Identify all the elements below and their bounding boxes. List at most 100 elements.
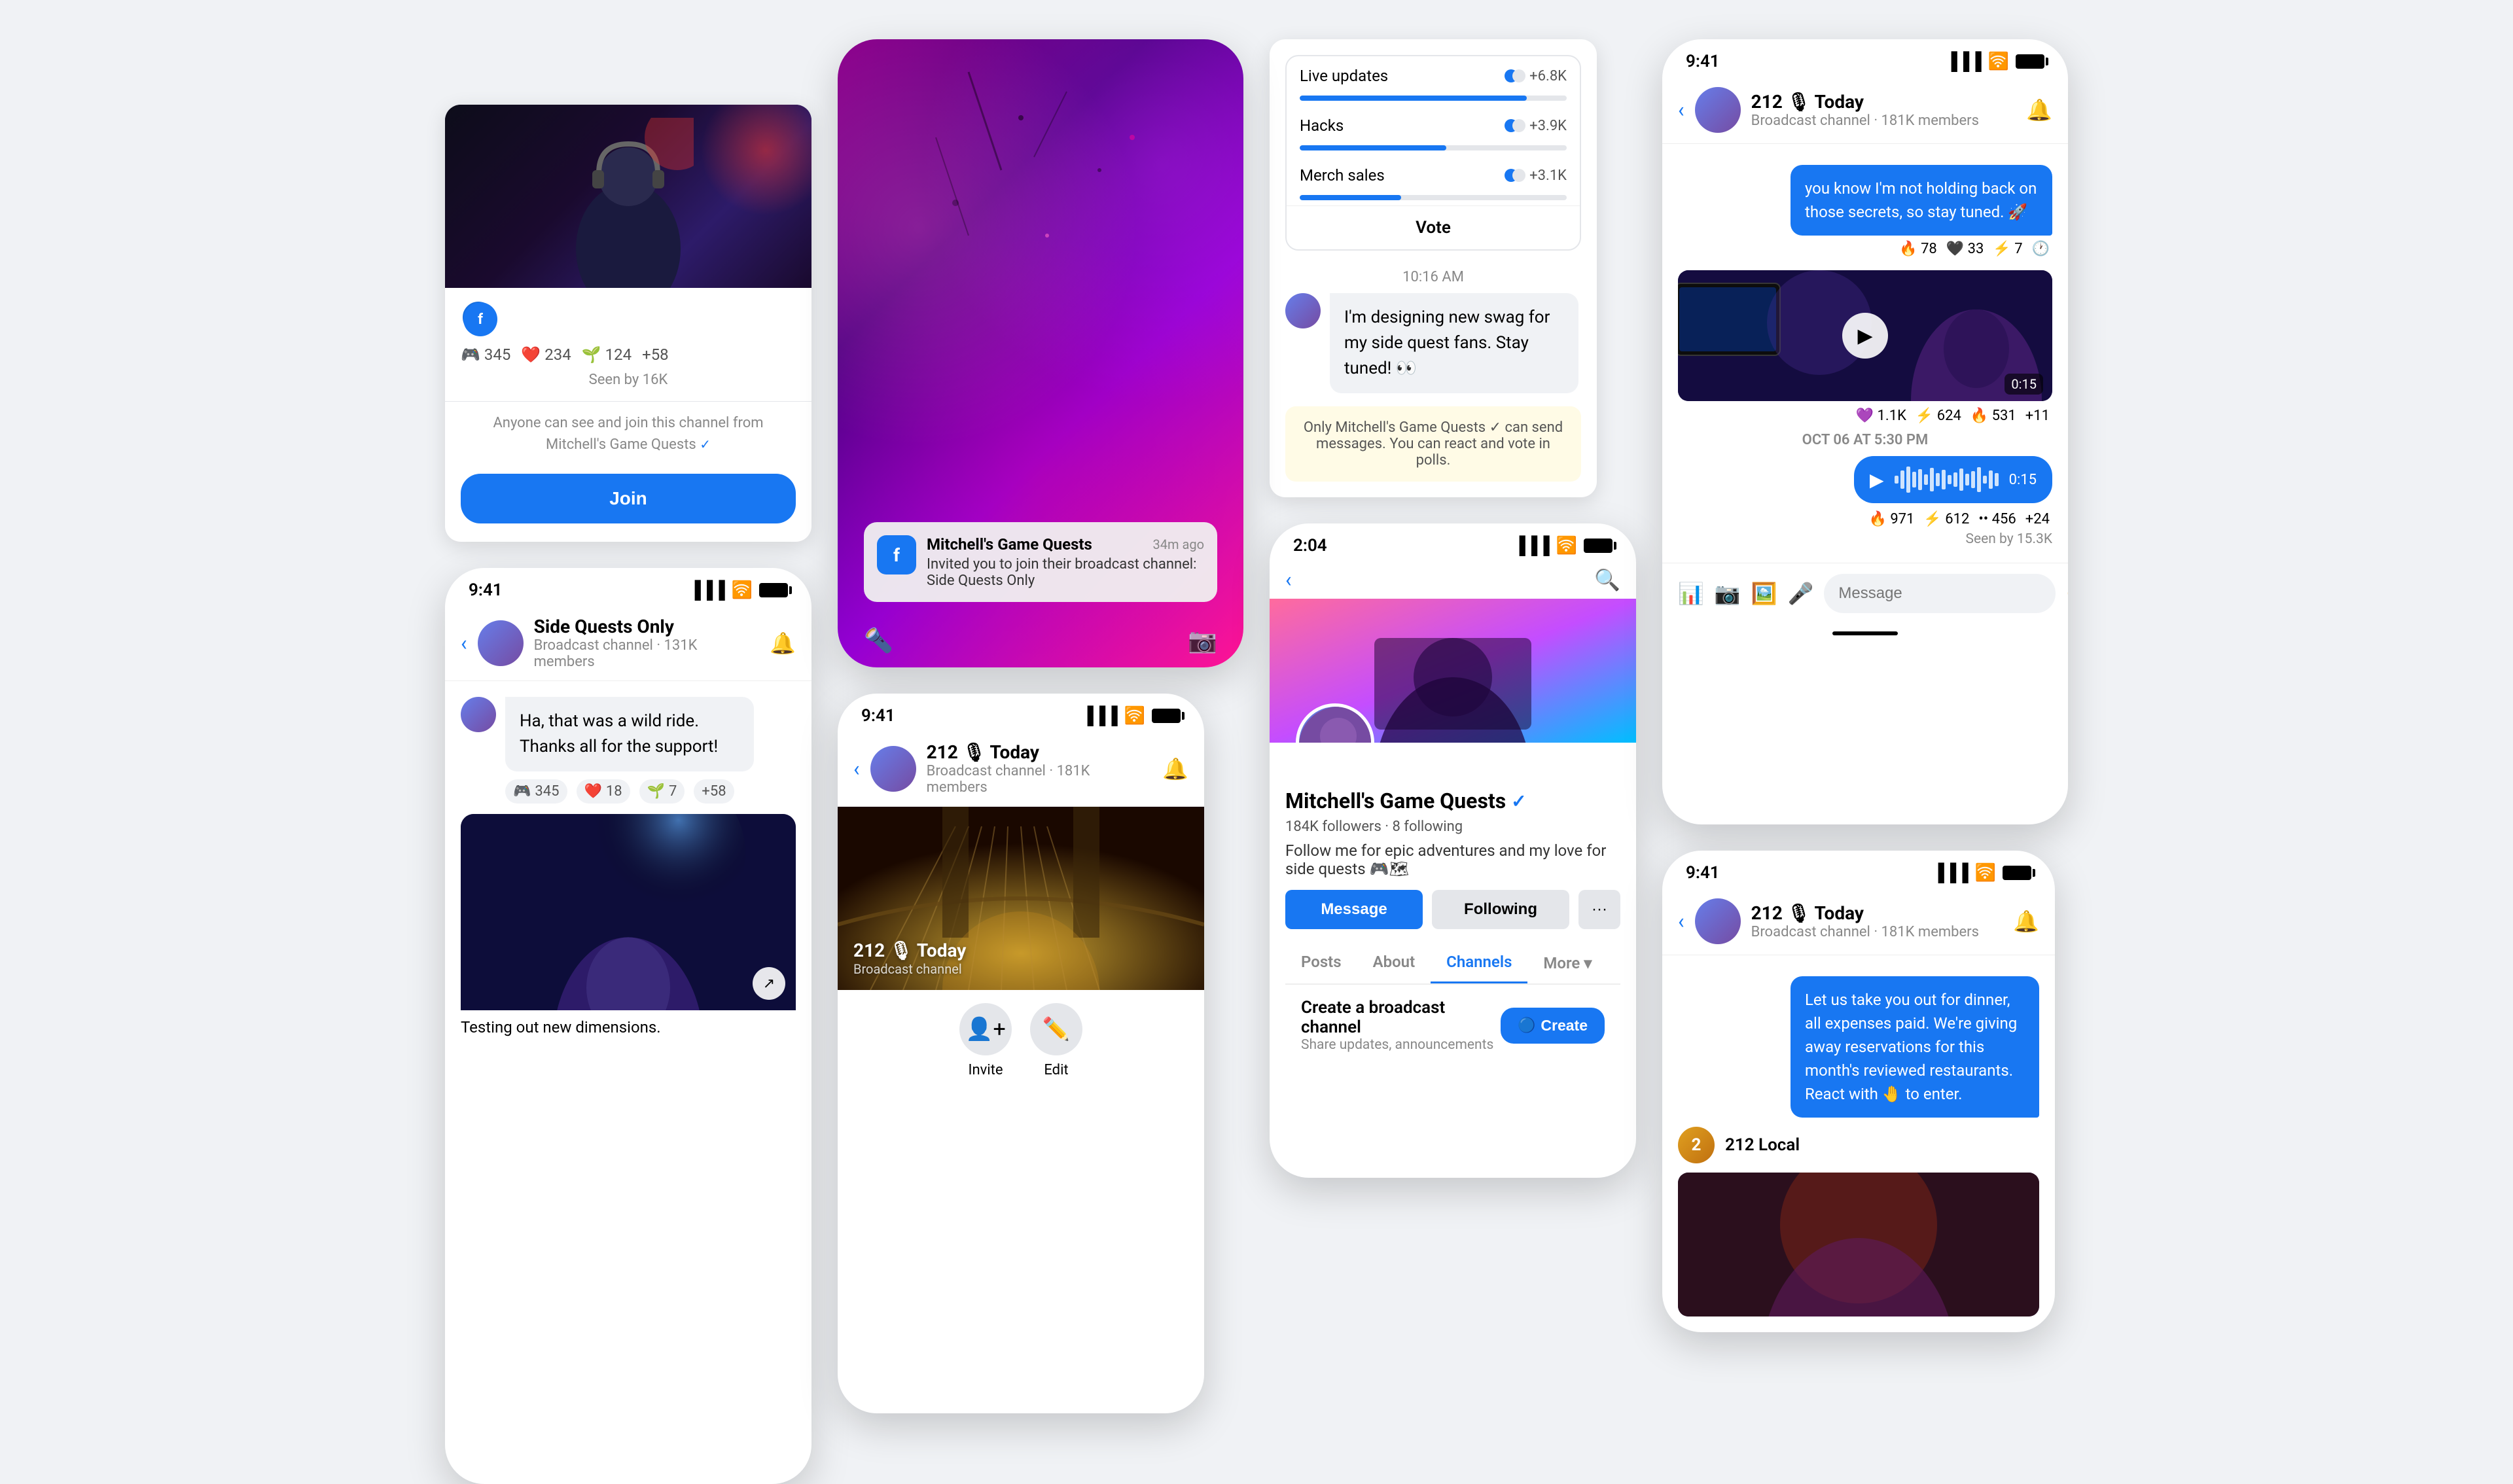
right-back-btn[interactable]: ‹ <box>1678 97 1684 122</box>
video-duration: 0:15 <box>2005 374 2043 395</box>
poll-option-2: Hacks +3.9K <box>1287 106 1580 145</box>
voice-msg-wrap: ▶ <box>1678 456 2052 503</box>
mic-icon[interactable]: 🎤 <box>1788 581 1814 606</box>
poll-bar-1 <box>1300 96 1567 101</box>
poll-option-3: Merch sales +3.1K <box>1287 156 1580 195</box>
right-chat-info: 212 🎙 Today Broadcast channel · 181K mem… <box>1751 91 2016 129</box>
following-button[interactable]: Following <box>1432 890 1569 929</box>
notif-time: 34m ago <box>1153 537 1205 552</box>
video-play-button[interactable]: ▶ <box>1842 313 1888 359</box>
invite-icon: 👤+ <box>959 1003 1012 1055</box>
status-bar-8: 9:41 ▐▐▐ 🛜 <box>1662 851 2055 888</box>
video-play-overlay: ▶ <box>1678 270 2052 401</box>
phone-side-quests: 9:41 ▐▐▐ 🛜 ‹ Side Quests Only Broadcast … <box>445 568 811 1484</box>
local-channel-row: 2 212 Local <box>1678 1127 2039 1163</box>
notif-sender: Mitchell's Game Quests <box>927 535 1092 554</box>
admin-bell-icon[interactable]: 🔔 <box>1162 756 1188 781</box>
reaction-row: 🎮 345 ❤️ 234 🌱 124 +58 <box>445 335 811 364</box>
phone-notification: f Mitchell's Game Quests 34m ago Invited… <box>838 39 1243 667</box>
share-button[interactable]: ↗ <box>753 967 785 1000</box>
edit-action[interactable]: ✏️ Edit <box>1030 1003 1082 1078</box>
notification-bubble: f Mitchell's Game Quests 34m ago Invited… <box>864 522 1217 602</box>
admin-chat-avatar <box>870 746 916 792</box>
admin-channel-preview: 212 🎙 Today Broadcast channel <box>838 807 1204 990</box>
create-channel-button[interactable]: 🔵 Create <box>1501 1008 1605 1044</box>
profile-name: Mitchell's Game Quests ✓ <box>1285 788 1620 813</box>
torch-icon[interactable]: 🔦 <box>864 627 893 654</box>
tab-posts[interactable]: Posts <box>1285 942 1357 983</box>
home-indicator <box>1832 631 1898 635</box>
profile-stats: 184K followers · 8 following <box>1285 819 1620 835</box>
image-icon[interactable]: 🖼️ <box>1751 581 1777 606</box>
status-bar-5: 2:04 ▐▐▐ 🛜 <box>1270 523 1636 561</box>
panel-channel-join: f 🎮 345 ❤️ 234 🌱 124 +58 <box>445 105 811 1484</box>
oct-date: OCT 06 AT 5:30 PM <box>1678 424 2052 456</box>
right2-msg-bubble-wrap: Let us take you out for dinner, all expe… <box>1678 976 2039 1118</box>
svg-text:f: f <box>478 311 483 328</box>
back-button[interactable]: ‹ <box>461 631 467 656</box>
tab-about[interactable]: About <box>1357 942 1431 983</box>
tab-channels[interactable]: Channels <box>1431 942 1527 983</box>
app-icon: f <box>877 535 916 574</box>
seen-by-text: Seen by 16K <box>445 364 811 396</box>
my-message-bubble: you know I'm not holding back on those s… <box>1791 165 2052 236</box>
battery-5 <box>1584 539 1613 553</box>
right2-chat-avatar <box>1695 898 1741 944</box>
poll-timestamp: 10:16 AM <box>1285 261 1581 293</box>
phone-right-chat-2: 9:41 ▐▐▐ 🛜 ‹ 212 🎙 Today Broadcast chann… <box>1662 851 2055 1332</box>
phone-right-chat: 9:41 ▐▐▐ 🛜 ‹ 212 🎙 Today Broadcast chann… <box>1662 39 2068 824</box>
right2-chat-info: 212 🎙 Today Broadcast channel · 181K mem… <box>1751 902 2003 940</box>
notifications-icon[interactable]: 🔔 <box>770 631 796 656</box>
create-channel-title: Create a broadcast channel <box>1301 998 1501 1037</box>
battery-8 <box>2003 866 2031 880</box>
right-chat-header: ‹ 212 🎙 Today Broadcast channel · 181K m… <box>1662 77 2068 144</box>
poll-bar-2 <box>1300 145 1567 150</box>
phone-admin-channel: 9:41 ▐▐▐ 🛜 ‹ 212 🎙 Today Broadcast chann… <box>838 694 1204 1413</box>
poll-options-card: Live updates +6.8K Hacks +3.9K <box>1285 55 1581 251</box>
edit-icon: ✏️ <box>1030 1003 1082 1055</box>
channel-avatar-row: f <box>445 288 811 335</box>
profile-back-btn[interactable]: ‹ <box>1285 567 1292 592</box>
invite-action[interactable]: 👤+ Invite <box>959 1003 1012 1078</box>
admin-chat-info: 212 🎙 Today Broadcast channel · 181K mem… <box>927 741 1152 796</box>
chart-icon[interactable]: 📊 <box>1678 581 1704 606</box>
tab-more[interactable]: More ▾ <box>1527 942 1607 983</box>
emoji-icon[interactable]: 😊 <box>2066 581 2068 606</box>
notif-body: Invited you to join their broadcast chan… <box>927 556 1204 589</box>
right-message-area: you know I'm not holding back on those s… <box>1662 144 2068 563</box>
join-button[interactable]: Join <box>461 474 796 523</box>
waveform <box>1895 467 1999 493</box>
voice-play-btn[interactable]: ▶ <box>1870 469 1884 491</box>
channel-notice: Only Mitchell's Game Quests ✓ can send m… <box>1285 406 1581 482</box>
message-button[interactable]: Message <box>1285 890 1423 929</box>
notice-text: Only Mitchell's Game Quests ✓ can send m… <box>1298 419 1568 468</box>
media-post: ↗ Testing out new dimensions. <box>461 814 796 1044</box>
panel-notification: f Mitchell's Game Quests 34m ago Invited… <box>838 39 1243 1413</box>
msg-reactions-right-1: 🔥 78 🖤 33 ⚡ 7 🕐 <box>1678 241 2052 257</box>
right2-bell-icon[interactable]: 🔔 <box>2013 909 2039 934</box>
notification-background: f Mitchell's Game Quests 34m ago Invited… <box>838 39 1243 667</box>
admin-actions-row: 👤+ Invite ✏️ Edit <box>838 990 1204 1091</box>
poll-bar-3 <box>1300 195 1567 200</box>
profile-actions: Message Following ··· <box>1285 890 1620 929</box>
profile-verified-badge: ✓ <box>1511 790 1526 812</box>
chat-input-bar: 📊 📷 🖼️ 🎤 😊 👍 <box>1662 563 2068 624</box>
vote-button[interactable]: Vote <box>1287 205 1580 249</box>
more-button[interactable]: ··· <box>1578 890 1620 929</box>
reaction-plus: +58 <box>642 345 669 364</box>
profile-search-btn[interactable]: 🔍 <box>1594 567 1620 592</box>
message-input[interactable] <box>1824 574 2056 613</box>
swag-sender-avatar <box>1285 293 1321 328</box>
status-bar-2: 9:41 ▐▐▐ 🛜 <box>445 568 811 605</box>
right2-back-btn[interactable]: ‹ <box>1678 909 1684 934</box>
poll-option-1: Live updates +6.8K <box>1287 56 1580 96</box>
admin-back-btn[interactable]: ‹ <box>853 756 860 781</box>
profile-cover <box>1270 599 1636 743</box>
camera-icon[interactable]: 📷 <box>1188 627 1217 654</box>
right-bell-icon[interactable]: 🔔 <box>2026 97 2052 122</box>
camera-input-icon[interactable]: 📷 <box>1715 581 1741 606</box>
video-message-container: ▶ 0:15 <box>1678 270 2052 401</box>
channel-info: Anyone can see and join this channel fro… <box>445 407 811 461</box>
channel-hero-image <box>445 105 811 288</box>
voice-duration: 0:15 <box>2009 472 2037 488</box>
